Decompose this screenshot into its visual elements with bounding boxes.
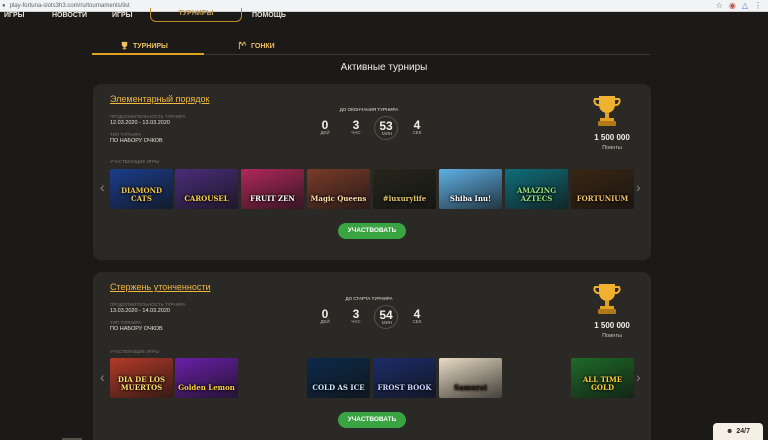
games-label: УЧАСТВУЮЩИЕ ИГРЫ xyxy=(110,349,160,354)
duration-label: ПРОДОЛЖИТЕЛЬНОСТЬ ТУРНИРА xyxy=(110,302,186,307)
game-tile[interactable]: DIAMOND CATS xyxy=(110,169,173,209)
carousel-next-arrow[interactable]: › xyxy=(636,369,641,385)
section-title: Активные турниры xyxy=(340,62,428,73)
tabs-divider xyxy=(204,54,650,55)
tab-races-label: ГОНКИ xyxy=(251,42,275,50)
timer-minutes: 53 МИН xyxy=(374,116,398,140)
timer-hours: 3 ЧАС xyxy=(351,118,361,135)
timer-seconds: 4 СЕК xyxy=(412,307,422,324)
tab-races[interactable]: ГОНКИ xyxy=(238,36,275,56)
carousel-prev-arrow[interactable]: ‹ xyxy=(100,369,105,385)
prize-unit: Поинты xyxy=(602,333,622,339)
game-tile[interactable]: AMAZING AZTECS xyxy=(505,169,568,209)
games-label: УЧАСТВУЮЩИЕ ИГРЫ xyxy=(110,159,160,164)
active-tab-indicator xyxy=(92,53,204,55)
type-label: ТИП ТУРНИРА xyxy=(110,132,142,137)
carousel-next-arrow[interactable]: › xyxy=(636,179,641,195)
game-tile[interactable]: Magic Queens xyxy=(307,169,370,209)
star-icon[interactable]: ☆ xyxy=(716,1,723,10)
nav-item-news[interactable]: НОВОСТИ xyxy=(52,12,87,19)
game-tile[interactable]: ALL TIME GOLD xyxy=(571,358,634,398)
game-tile[interactable]: Golden Lemon xyxy=(175,358,238,398)
tab-tournaments-label: ТУРНИРЫ xyxy=(133,42,168,50)
tournament-card: Стержень утонченности ПРОДОЛЖИТЕЛЬНОСТЬ … xyxy=(93,272,651,440)
carousel-prev-arrow[interactable]: ‹ xyxy=(100,179,105,195)
game-tile[interactable]: FORTUNIUM xyxy=(571,169,634,209)
timer-seconds: 4 СЕК xyxy=(412,118,422,135)
chat-label: 24/7 xyxy=(736,428,750,435)
profile-icon[interactable]: △ xyxy=(742,1,748,10)
race-flag-icon xyxy=(238,41,247,52)
tournament-tabs: ТУРНИРЫ ГОНКИ xyxy=(92,36,650,56)
top-navigation: ИГРЫ НОВОСТИ ИГРЫ ТУРНИРЫ ПОМОЩЬ xyxy=(0,8,768,26)
prize-amount: 1 500 000 xyxy=(594,321,630,330)
game-tile[interactable]: Samurai xyxy=(439,358,502,398)
game-tile[interactable]: CAROUSEL xyxy=(175,169,238,209)
duration-value: 13.03.2020 - 14.03.2020 xyxy=(110,308,170,314)
timer-label: ДО СТАРТА ТУРНИРА xyxy=(345,296,393,301)
timer-minutes: 54 МИН xyxy=(374,305,398,329)
type-value: ПО НАБОРУ ОЧКОВ xyxy=(110,138,163,144)
address-bar[interactable]: play-fortuna-slots3h3.com/ru/tournaments… xyxy=(10,3,130,9)
game-tile[interactable]: FROST BOOK xyxy=(373,358,436,398)
trophy-icon xyxy=(593,96,621,126)
extension-icon[interactable]: ◉ xyxy=(729,1,736,10)
game-tile[interactable]: DIA DE LOS MUERTOS xyxy=(110,358,173,398)
type-value: ПО НАБОРУ ОЧКОВ xyxy=(110,326,163,332)
nav-item-games-2[interactable]: ИГРЫ xyxy=(112,12,133,19)
tournament-title[interactable]: Элементарный порядок xyxy=(110,94,209,104)
timer-hours: 3 ЧАС xyxy=(351,307,361,324)
timer-label: ДО ОКОНЧАНИЯ ТУРНИРА xyxy=(339,107,399,112)
menu-icon[interactable]: ⋮ xyxy=(754,1,762,10)
timer-days: 0 ДЕЙ xyxy=(320,307,330,324)
lock-icon: ● xyxy=(2,2,6,9)
type-label: ТИП ТУРНИРА xyxy=(110,320,142,325)
tournament-title[interactable]: Стержень утонченности xyxy=(110,282,211,292)
nav-item-help[interactable]: ПОМОЩЬ xyxy=(252,12,286,19)
game-tile[interactable]: FRUIT ZEN xyxy=(241,169,304,209)
prize-unit: Поинты xyxy=(602,145,622,151)
nav-item-games[interactable]: ИГРЫ xyxy=(4,12,25,19)
game-tile[interactable]: #luxurylife xyxy=(373,169,436,209)
game-tile[interactable]: COLD AS ICE xyxy=(307,358,370,398)
trophy-icon xyxy=(593,284,621,314)
trophy-icon xyxy=(120,41,129,52)
duration-label: ПРОДОЛЖИТЕЛЬНОСТЬ ТУРНИРА xyxy=(110,114,186,119)
nav-item-tournaments[interactable]: ТУРНИРЫ xyxy=(150,8,242,22)
timer-days: 0 ДЕЙ xyxy=(320,118,330,135)
prize-amount: 1 500 000 xyxy=(594,133,630,142)
duration-value: 12.03.2020 - 13.03.2020 xyxy=(110,120,170,126)
tournament-card: Элементарный порядок ПРОДОЛЖИТЕЛЬНОСТЬ Т… xyxy=(93,84,651,260)
join-button[interactable]: УЧАСТВОВАТЬ xyxy=(338,223,406,239)
chat-support-button[interactable]: ☻ 24/7 xyxy=(713,423,763,440)
chat-icon: ☻ xyxy=(726,428,734,435)
browser-bar: ● play-fortuna-slots3h3.com/ru/tournamen… xyxy=(0,0,768,12)
game-tile[interactable]: Shiba Inu! xyxy=(439,169,502,209)
join-button[interactable]: УЧАСТВОВАТЬ xyxy=(338,412,406,428)
